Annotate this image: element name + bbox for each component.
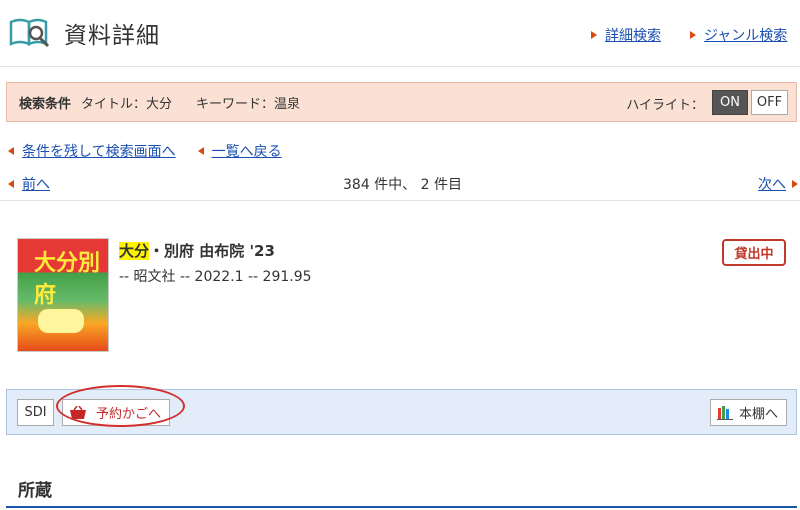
title-rest: ・別府 由布院 '23 (149, 242, 275, 260)
advanced-search-link[interactable]: 詳細検索 (591, 25, 661, 45)
search-conditions-bar: 検索条件 タイトル：大分 キーワード：温泉 ハイライト： ON OFF (6, 82, 797, 122)
back-links: 条件を残して検索画面へ 一覧へ戻る (8, 141, 282, 161)
next-link[interactable]: 次へ (758, 174, 798, 194)
status-badge: 貸出中 (722, 239, 786, 266)
arrow-left-icon (197, 147, 204, 155)
sdi-button[interactable]: SDI (17, 399, 54, 426)
arrow-right-icon (591, 31, 597, 39)
action-bar: SDI 予約かごへ 本棚へ (6, 385, 797, 435)
header-divider (0, 66, 800, 67)
page-header: 資料詳細 詳細検索 ジャンル検索 (0, 0, 800, 66)
holdings-divider (6, 506, 797, 508)
book-search-icon (9, 18, 50, 48)
pagination: 前へ 384 件中、 2 件目 次へ (8, 174, 800, 194)
holdings-heading: 所蔵 (18, 481, 52, 501)
title-highlight: 大分 (119, 242, 150, 260)
back-to-search-link[interactable]: 条件を残して検索画面へ (22, 141, 176, 161)
book-title: 大分・別府 由布院 '23 (119, 240, 275, 261)
cover-text: 大分別府 (34, 251, 101, 308)
arrow-right-icon (792, 180, 798, 188)
book-meta: -- 昭文社 -- 2022.1 -- 291.95 (119, 269, 312, 285)
highlight-label: ハイライト： (626, 98, 704, 113)
highlight-off-button[interactable]: OFF (751, 90, 788, 115)
pagination-divider (0, 200, 800, 201)
book-cover-image: 大分別府 (17, 238, 109, 352)
bookshelf-icon (717, 406, 733, 420)
prev-link[interactable]: 前へ (8, 174, 50, 194)
conditions-label: 検索条件 (19, 96, 72, 112)
annotation-circle (56, 385, 185, 427)
arrow-left-icon (8, 180, 14, 188)
arrow-left-icon (8, 147, 14, 155)
genre-search-link[interactable]: ジャンル検索 (690, 25, 787, 45)
back-to-list-link[interactable]: 一覧へ戻る (212, 141, 282, 161)
title-condition: タイトル：大分 (81, 96, 173, 112)
page-title: 資料詳細 (64, 23, 160, 49)
highlight-on-button[interactable]: ON (712, 90, 748, 115)
bookshelf-button[interactable]: 本棚へ (710, 399, 787, 426)
keyword-condition: キーワード：温泉 (196, 96, 301, 112)
arrow-right-icon (690, 31, 696, 39)
result-count: 384 件中、 2 件目 (343, 177, 462, 193)
